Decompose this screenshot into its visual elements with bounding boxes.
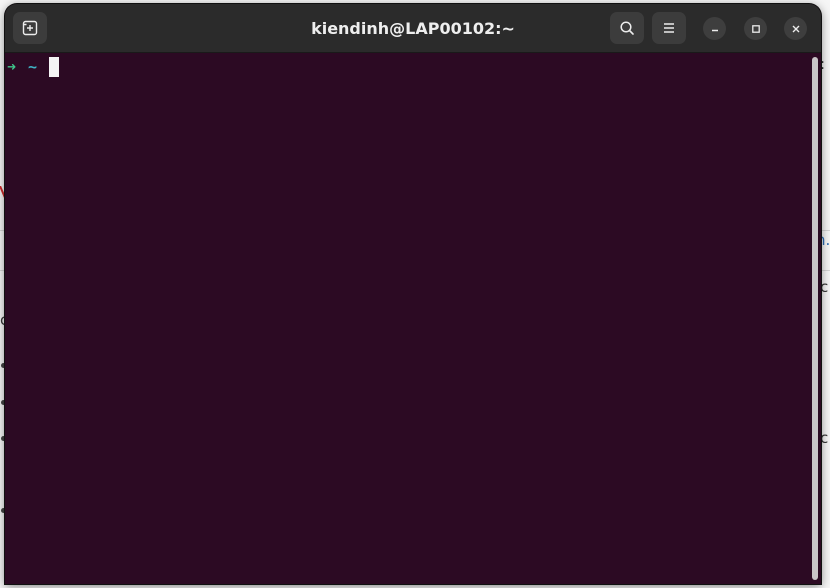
new-tab-icon	[22, 20, 38, 36]
desktop: : n. c c c kiendinh@LAP00102:~	[0, 0, 830, 588]
menu-button[interactable]	[652, 12, 686, 44]
scrollbar-thumb[interactable]	[812, 57, 818, 580]
minimize-icon	[711, 29, 718, 31]
background-text-fragment: c	[820, 278, 829, 296]
prompt-directory: ~	[28, 58, 38, 76]
window-title: kiendinh@LAP00102:~	[311, 18, 515, 38]
terminal-output[interactable]: ➜ ~	[5, 53, 809, 584]
search-button[interactable]	[610, 12, 644, 44]
new-tab-button[interactable]	[13, 12, 47, 44]
maximize-icon	[751, 24, 760, 33]
headerbar: kiendinh@LAP00102:~	[5, 4, 821, 53]
scrollbar[interactable]	[809, 53, 821, 584]
search-icon	[620, 21, 634, 35]
terminal-cursor	[49, 57, 60, 77]
close-button[interactable]	[784, 17, 807, 40]
hamburger-menu-icon	[664, 23, 674, 33]
prompt-arrow-icon: ➜	[7, 58, 17, 76]
close-icon	[792, 25, 799, 32]
prompt-line: ➜ ~	[7, 57, 60, 77]
background-text-fragment: c	[820, 429, 829, 447]
terminal-window: kiendinh@LAP00102:~ ➜ ~	[5, 4, 821, 584]
maximize-button[interactable]	[744, 17, 767, 40]
minimize-button[interactable]	[703, 17, 726, 40]
